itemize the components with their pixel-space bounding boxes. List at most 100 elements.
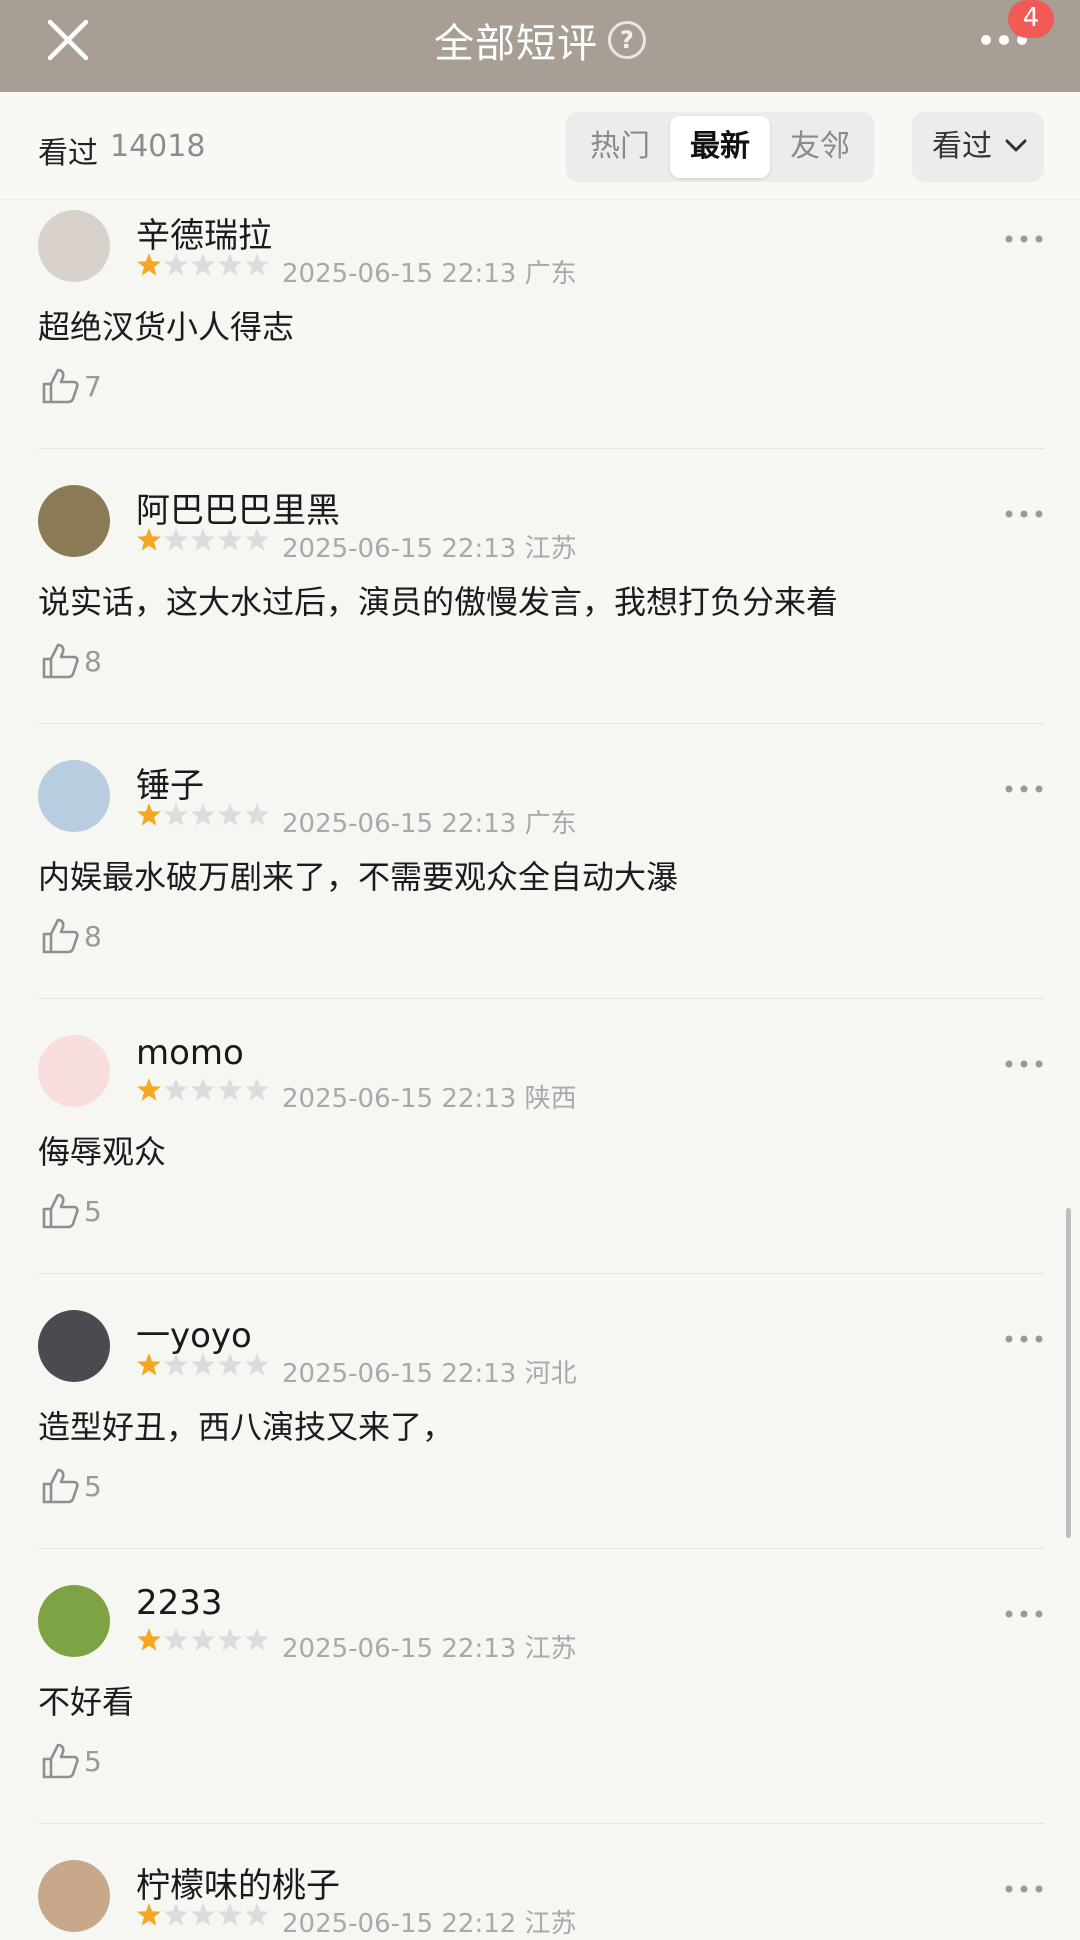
seen-filter-dropdown[interactable]: 看过 [912, 112, 1044, 182]
star-empty-icon [218, 1628, 242, 1651]
review-content: 超绝汊货小人得志 [38, 308, 295, 346]
tab-hot[interactable]: 热门 [570, 116, 670, 178]
avatar[interactable] [38, 485, 110, 557]
review-datetime: 2025-06-15 22:13 [282, 1359, 517, 1389]
star-empty-icon [245, 1628, 269, 1651]
star-rating [137, 803, 269, 826]
more-dots-icon[interactable] [1004, 509, 1044, 519]
review-datetime: 2025-06-15 22:13 [282, 809, 517, 839]
avatar[interactable] [38, 1310, 110, 1382]
username[interactable]: 锤子 [136, 758, 204, 807]
star-empty-icon [218, 1903, 242, 1926]
star-empty-icon [245, 1353, 269, 1376]
star-empty-icon [191, 803, 215, 826]
star-filled-icon [137, 803, 161, 826]
review-location: 江苏 [524, 1634, 577, 1664]
divider [38, 1273, 1044, 1274]
chevron-down-icon [1005, 139, 1027, 152]
scrollbar[interactable] [1066, 1208, 1071, 1538]
review-location: 陕西 [524, 1084, 577, 1114]
avatar[interactable] [38, 210, 110, 282]
sort-tabs: 热门 最新 友邻 [566, 112, 874, 182]
star-empty-icon [245, 1078, 269, 1101]
more-dots-icon[interactable] [1004, 784, 1044, 794]
review-datetime: 2025-06-15 22:13 [282, 534, 517, 564]
like-count: 5 [84, 1745, 102, 1778]
star-empty-icon [164, 1353, 188, 1376]
divider [38, 723, 1044, 724]
review-item: 2233 2025-06-15 22:13 江苏 不好看 5 [0, 1575, 1080, 1850]
username[interactable]: 2233 [136, 1583, 223, 1623]
star-empty-icon [164, 1628, 188, 1651]
star-empty-icon [191, 1903, 215, 1926]
seen-label: 看过 [38, 136, 98, 171]
more-dots-icon[interactable] [1004, 1609, 1044, 1619]
star-empty-icon [218, 803, 242, 826]
like-count: 5 [84, 1195, 102, 1228]
review-item: momo 2025-06-15 22:13 陕西 侮辱观众 5 [0, 1025, 1080, 1300]
like-count: 8 [84, 920, 102, 953]
star-empty-icon [164, 803, 188, 826]
star-empty-icon [164, 1903, 188, 1926]
username[interactable]: 柠檬味的桃子 [136, 1858, 340, 1907]
star-empty-icon [218, 1078, 242, 1101]
avatar[interactable] [38, 1860, 110, 1932]
review-meta: 2025-06-15 22:12 江苏 [282, 1903, 577, 1940]
star-empty-icon [218, 1353, 242, 1376]
star-rating [137, 1353, 269, 1376]
username[interactable]: momo [136, 1033, 244, 1073]
username[interactable]: 一yoyo [136, 1308, 252, 1357]
divider [38, 448, 1044, 449]
review-meta: 2025-06-15 22:13 陕西 [282, 1078, 577, 1115]
close-icon[interactable] [44, 16, 92, 64]
avatar[interactable] [38, 760, 110, 832]
review-location: 江苏 [524, 1909, 577, 1939]
divider [38, 1548, 1044, 1549]
avatar[interactable] [38, 1585, 110, 1657]
review-meta: 2025-06-15 22:13 江苏 [282, 528, 577, 565]
seen-count: 14018 [110, 129, 206, 164]
more-dots-icon[interactable] [1004, 1059, 1044, 1069]
review-content: 造型好丑，西八演技又来了， [38, 1408, 455, 1446]
review-location: 广东 [524, 809, 577, 839]
tab-friends[interactable]: 友邻 [770, 116, 870, 178]
more-dots-icon[interactable] [1004, 1334, 1044, 1344]
thumbs-up-icon[interactable] [40, 641, 80, 681]
divider [38, 1823, 1044, 1824]
review-datetime: 2025-06-15 22:13 [282, 1634, 517, 1664]
thumbs-up-icon[interactable] [40, 366, 80, 406]
tab-latest[interactable]: 最新 [670, 116, 770, 178]
review-meta: 2025-06-15 22:13 河北 [282, 1353, 577, 1390]
star-filled-icon [137, 253, 161, 276]
page-title: 全部短评 [434, 21, 598, 67]
top-nav-bar: 全部短评 ? 4 [0, 0, 1080, 92]
thumbs-up-icon[interactable] [40, 1191, 80, 1231]
review-datetime: 2025-06-15 22:13 [282, 259, 517, 289]
star-filled-icon [137, 1903, 161, 1926]
review-item: 阿巴巴巴里黑 2025-06-15 22:13 江苏 说实话，这大水过后，演员的… [0, 475, 1080, 750]
thumbs-up-icon[interactable] [40, 1741, 80, 1781]
review-item: 一yoyo 2025-06-15 22:13 河北 造型好丑，西八演技又来了， … [0, 1300, 1080, 1575]
star-rating [137, 1903, 269, 1926]
star-empty-icon [164, 253, 188, 276]
star-rating [137, 528, 269, 551]
seen-filter-label: 看过 [932, 129, 992, 164]
review-datetime: 2025-06-15 22:13 [282, 1084, 517, 1114]
review-content: 说实话，这大水过后，演员的傲慢发言，我想打负分来着 [38, 583, 839, 621]
star-rating [137, 1628, 269, 1651]
review-item: 柠檬味的桃子 2025-06-15 22:12 江苏 [0, 1850, 1080, 1939]
star-empty-icon [191, 1628, 215, 1651]
more-dots-icon[interactable] [1004, 234, 1044, 244]
filter-bar: 看过 14018 热门 最新 友邻 看过 [0, 92, 1080, 200]
review-content: 内娱最水破万剧来了，不需要观众全自动大瀑 [38, 858, 679, 896]
review-item: 辛德瑞拉 2025-06-15 22:13 广东 超绝汊货小人得志 7 [0, 200, 1080, 475]
thumbs-up-icon[interactable] [40, 1466, 80, 1506]
username[interactable]: 辛德瑞拉 [136, 208, 272, 257]
review-datetime: 2025-06-15 22:12 [282, 1909, 517, 1939]
help-icon[interactable]: ? [608, 21, 646, 59]
avatar[interactable] [38, 1035, 110, 1107]
more-dots-icon[interactable] [1004, 1884, 1044, 1894]
star-filled-icon [137, 1078, 161, 1101]
thumbs-up-icon[interactable] [40, 916, 80, 956]
username[interactable]: 阿巴巴巴里黑 [136, 483, 340, 532]
